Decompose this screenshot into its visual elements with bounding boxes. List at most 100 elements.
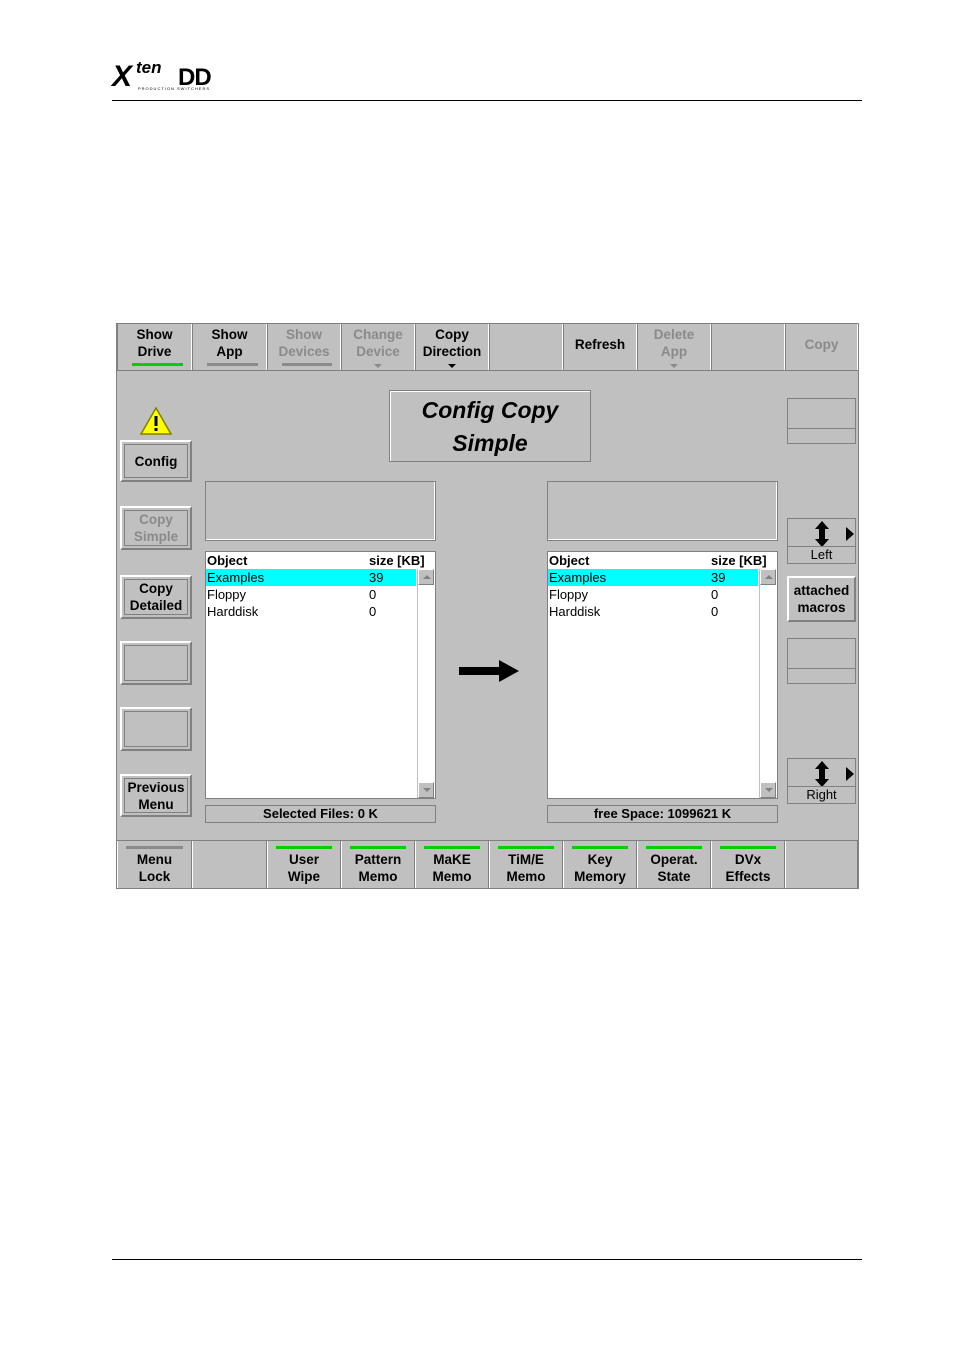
make-memo-label-1: MaKE (433, 852, 471, 867)
copy-direction-button[interactable]: Copy Direction (415, 324, 489, 370)
left-label: Left (788, 546, 855, 563)
copy-detailed-button[interactable]: Copy Detailed (120, 575, 192, 619)
top-row-divider (117, 370, 858, 371)
config-copy-panel: Show Drive Show App Show Devices Change Devi… (116, 323, 859, 889)
delete-app-label-1: Delete (653, 327, 695, 342)
indicator-bar (720, 846, 776, 849)
source-file-list[interactable]: Object size [KB] Examples 39 Floppy 0 Ha… (205, 551, 436, 799)
time-memo-button[interactable]: TiM/E Memo (489, 841, 563, 888)
indicator-bar (350, 846, 406, 849)
item-name: Floppy (207, 587, 247, 602)
indicator-bar (572, 846, 628, 849)
item-name: Harddisk (207, 604, 259, 619)
item-size: 39 (711, 570, 726, 585)
item-size: 39 (369, 570, 384, 585)
column-size: size [KB] (369, 553, 425, 568)
menu-lock-label-1: Menu (136, 852, 173, 867)
copy-button[interactable]: Copy (785, 324, 858, 370)
show-drive-button[interactable]: Show Drive (117, 324, 192, 370)
item-name: Examples (207, 570, 265, 585)
operat-state-button[interactable]: Operat. State (637, 841, 711, 888)
list-item[interactable]: Harddisk 0 (548, 603, 758, 620)
config-button[interactable]: Config (120, 440, 192, 482)
delete-app-button[interactable]: Delete App (637, 324, 711, 370)
key-memory-label-1: Key (587, 852, 613, 867)
item-name: Examples (549, 570, 607, 585)
show-devices-button[interactable]: Show Devices (267, 324, 341, 370)
delete-app-label-2: App (660, 344, 688, 359)
column-object: Object (207, 553, 248, 568)
make-memo-label-2: Memo (432, 869, 472, 884)
scroll-down-arrow-icon[interactable] (418, 782, 434, 798)
show-devices-label-1: Show (286, 327, 322, 342)
key-memory-button[interactable]: Key Memory (563, 841, 637, 888)
list-item[interactable]: Floppy 0 (548, 586, 758, 603)
show-app-label-1: Show (211, 327, 248, 342)
scrollbar[interactable] (759, 569, 777, 798)
header-rule (112, 100, 862, 101)
page-title-line-1: Config Copy (421, 397, 559, 423)
item-size: 0 (711, 604, 719, 619)
user-wipe-button[interactable]: User Wipe (267, 841, 341, 888)
inactive-indicator (282, 363, 332, 366)
dvx-effects-label-2: Effects (725, 869, 771, 884)
target-info-box (547, 481, 778, 541)
dvx-effects-button[interactable]: DVx Effects (711, 841, 785, 888)
menu-lock-label-2: Lock (138, 869, 171, 884)
empty-side-button-1[interactable] (120, 641, 192, 685)
indicator-bar (424, 846, 480, 849)
indicator-bar (276, 846, 332, 849)
make-memo-button[interactable]: MaKE Memo (415, 841, 489, 888)
empty-bottom-button-2[interactable] (785, 841, 858, 888)
scroll-up-arrow-icon[interactable] (760, 569, 776, 585)
right-nav-control[interactable]: Right (787, 758, 856, 804)
scrollbar[interactable] (417, 569, 435, 798)
list-item[interactable]: Examples 39 (548, 569, 758, 586)
operat-state-label-2: State (657, 869, 691, 884)
show-app-label-2: App (216, 344, 243, 359)
previous-menu-label-2: Menu (138, 796, 174, 812)
xten-dd-logo: X ten DD PRODUCTION SWITCHERS (112, 58, 224, 96)
change-device-button[interactable]: Change Device (341, 324, 415, 370)
logo-subtitle: PRODUCTION SWITCHERS (138, 86, 210, 91)
list-item[interactable]: Floppy 0 (206, 586, 416, 603)
empty-bottom-button-1[interactable] (192, 841, 267, 888)
list-item[interactable]: Harddisk 0 (206, 603, 416, 620)
list-item[interactable]: Examples 39 (206, 569, 416, 586)
page-title-line-2: Simple (452, 430, 528, 456)
page-title: Config Copy Simple (389, 390, 591, 462)
menu-lock-button[interactable]: Menu Lock (117, 841, 192, 888)
operat-state-label-1: Operat. (650, 852, 698, 867)
up-down-arrow-icon (815, 761, 854, 787)
empty-side-button-2[interactable] (120, 707, 192, 751)
left-nav-control[interactable]: Left (787, 518, 856, 564)
scroll-up-arrow-icon[interactable] (418, 569, 434, 585)
indicator-bar (126, 846, 183, 849)
column-size: size [KB] (711, 553, 767, 568)
list-header: Object size [KB] (548, 552, 777, 569)
refresh-button[interactable]: Refresh (563, 324, 637, 370)
copy-simple-button[interactable]: Copy Simple (120, 506, 192, 550)
empty-top-button-2[interactable] (711, 324, 785, 370)
inactive-indicator (207, 363, 258, 366)
user-wipe-label-1: User (288, 852, 320, 867)
pattern-memo-label-1: Pattern (354, 852, 402, 867)
right-label: Right (788, 786, 855, 803)
scroll-down-arrow-icon[interactable] (760, 782, 776, 798)
empty-top-button-1[interactable] (489, 324, 563, 370)
copy-label: Copy (804, 337, 839, 352)
source-info-box (205, 481, 436, 541)
previous-menu-button[interactable]: Previous Menu (120, 774, 192, 817)
copy-detailed-label-2: Detailed (129, 598, 183, 613)
key-memory-label-2: Memory (574, 869, 626, 884)
pattern-memo-button[interactable]: Pattern Memo (341, 841, 415, 888)
attached-macros-button[interactable]: attached macros (787, 576, 856, 622)
target-file-list[interactable]: Object size [KB] Examples 39 Floppy 0 Ha… (547, 551, 778, 799)
right-display-box-2 (787, 638, 856, 684)
warning-icon (139, 406, 173, 435)
show-app-button[interactable]: Show App (192, 324, 267, 370)
column-object: Object (549, 553, 590, 568)
change-device-label-1: Change (353, 327, 403, 342)
logo-ten: ten (136, 58, 162, 77)
item-name: Harddisk (549, 604, 601, 619)
